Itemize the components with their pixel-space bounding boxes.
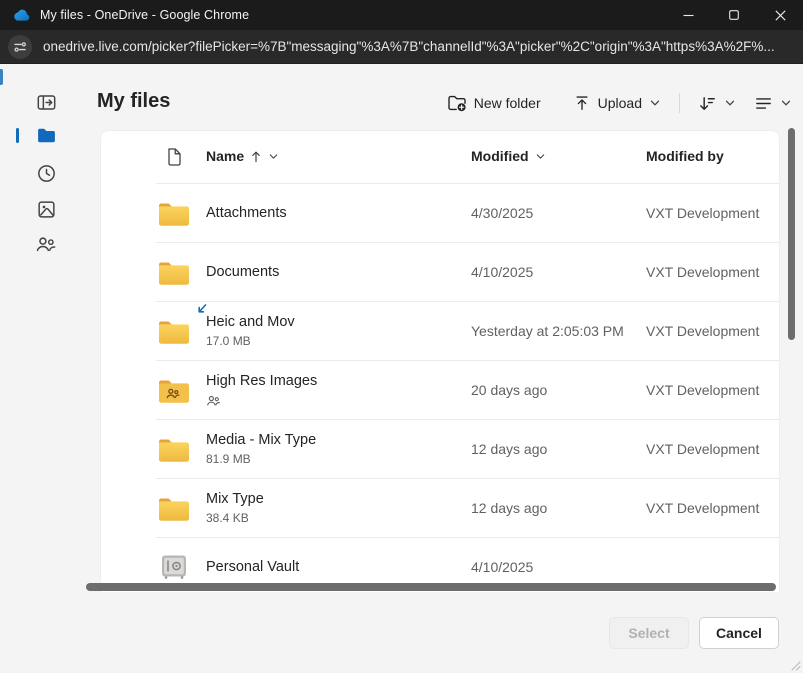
sidebar-item-expand-navigation[interactable]: [24, 87, 68, 117]
window-title: My files - OneDrive - Google Chrome: [40, 8, 249, 22]
url-text[interactable]: onedrive.live.com/picker?filePicker=%7B"…: [43, 39, 775, 54]
minimize-button[interactable]: [665, 0, 711, 30]
chevron-down-icon: [649, 97, 661, 109]
file-meta: 17.0 MB: [206, 334, 461, 348]
sidebar-item-recent[interactable]: [24, 158, 68, 188]
new-folder-label: New folder: [474, 95, 541, 111]
file-type-column-icon: [165, 147, 183, 167]
sidebar-item-my-files[interactable]: [24, 120, 68, 150]
file-name: Attachments: [206, 204, 461, 222]
file-modified: Yesterday at 2:05:03 PM: [471, 301, 641, 360]
select-button[interactable]: Select: [609, 617, 689, 649]
chevron-down-icon: [724, 97, 736, 109]
file-size: 38.4 KB: [206, 511, 249, 525]
column-header-modified-by[interactable]: Modified by: [646, 148, 724, 164]
file-modified-by: VXT Development: [646, 419, 776, 478]
file-modified-by: VXT Development: [646, 478, 776, 537]
file-meta: 81.9 MB: [206, 452, 461, 466]
file-modified: 4/10/2025: [471, 242, 641, 301]
image-icon: [36, 199, 57, 220]
cancel-button[interactable]: Cancel: [699, 617, 779, 649]
file-modified-by: VXT Development: [646, 360, 776, 419]
file-modified: 4/30/2025: [471, 183, 641, 242]
file-modified: 12 days ago: [471, 419, 641, 478]
upload-button[interactable]: Upload: [569, 92, 665, 114]
new-folder-button[interactable]: New folder: [443, 91, 545, 115]
close-button[interactable]: [757, 0, 803, 30]
table-row[interactable]: Heic and Mov 17.0 MB Yesterday at 2:05:0…: [101, 301, 779, 360]
clock-icon: [36, 163, 57, 184]
shared-mini-icon: [206, 393, 221, 408]
file-name: Documents: [206, 263, 461, 281]
chevron-down-icon: [780, 97, 792, 109]
nav-selection-indicator: [16, 128, 19, 143]
file-meta: [206, 393, 461, 408]
file-name: Media - Mix Type: [206, 431, 461, 449]
site-settings-button[interactable]: [8, 35, 32, 59]
sidebar-item-photos[interactable]: [24, 194, 68, 224]
table-row[interactable]: Attachments 4/30/2025 VXT Development: [101, 183, 779, 242]
file-name: Mix Type: [206, 490, 461, 508]
new-folder-icon: [447, 93, 467, 113]
folder-icon: [158, 435, 190, 462]
onedrive-cloud-icon: [13, 9, 30, 21]
file-name: Heic and Mov: [206, 313, 461, 331]
vertical-scrollbar[interactable]: [788, 128, 795, 340]
window-titlebar: My files - OneDrive - Google Chrome: [0, 0, 803, 30]
folder-icon: [158, 317, 190, 344]
navigation-rail: [0, 64, 100, 673]
file-meta: 38.4 KB: [206, 511, 461, 525]
horizontal-scrollbar[interactable]: [86, 583, 776, 591]
folder-icon: [36, 125, 57, 146]
view-options-button[interactable]: [750, 92, 796, 115]
folder-icon: [158, 494, 190, 521]
panel-open-icon: [36, 92, 57, 113]
table-row[interactable]: Media - Mix Type 81.9 MB 12 days ago VXT…: [101, 419, 779, 478]
column-header-modified[interactable]: Modified: [471, 148, 546, 164]
command-bar: New folder Upload: [443, 91, 796, 115]
document-icon: [165, 147, 183, 167]
file-modified-by: VXT Development: [646, 242, 776, 301]
personal-vault-icon: [160, 553, 188, 580]
upload-icon: [573, 94, 591, 112]
file-modified-by: VXT Development: [646, 183, 776, 242]
sidebar-item-shared[interactable]: [24, 229, 68, 259]
sort-button[interactable]: [694, 92, 740, 115]
chevron-down-icon: [535, 151, 546, 162]
folder-icon: [158, 258, 190, 285]
table-header: Name Modified Modified by: [101, 131, 779, 183]
sort-ascending-arrow-icon: [250, 150, 262, 163]
file-modified: 20 days ago: [471, 360, 641, 419]
folder-icon: [158, 199, 190, 226]
file-list-card: Name Modified Modified by: [100, 130, 780, 592]
table-row[interactable]: Documents 4/10/2025 VXT Development: [101, 242, 779, 301]
list-view-icon: [754, 94, 773, 113]
file-rows: Attachments 4/30/2025 VXT Development Do…: [101, 183, 779, 592]
people-icon: [35, 233, 57, 255]
resize-gripper-icon[interactable]: [789, 659, 801, 671]
maximize-button[interactable]: [711, 0, 757, 30]
table-row[interactable]: Mix Type 38.4 KB 12 days ago VXT Develop…: [101, 478, 779, 537]
picker-content: My files New folder Upload: [0, 64, 803, 673]
file-name: Personal Vault: [206, 558, 461, 576]
chevron-down-icon: [268, 151, 279, 162]
page-title: My files: [97, 90, 170, 113]
file-size: 81.9 MB: [206, 452, 251, 466]
sort-descending-icon: [698, 94, 717, 113]
shared-folder-icon: [158, 376, 190, 403]
file-modified-by: VXT Development: [646, 301, 776, 360]
file-size: 17.0 MB: [206, 334, 251, 348]
toolbar-divider: [679, 93, 680, 113]
table-row[interactable]: High Res Images 20 days ago VXT Developm…: [101, 360, 779, 419]
browser-address-bar: onedrive.live.com/picker?filePicker=%7B"…: [0, 30, 803, 64]
upload-label: Upload: [598, 95, 642, 111]
file-modified: 12 days ago: [471, 478, 641, 537]
tune-icon: [13, 40, 27, 54]
file-name: High Res Images: [206, 372, 461, 390]
column-header-name[interactable]: Name: [206, 148, 279, 164]
